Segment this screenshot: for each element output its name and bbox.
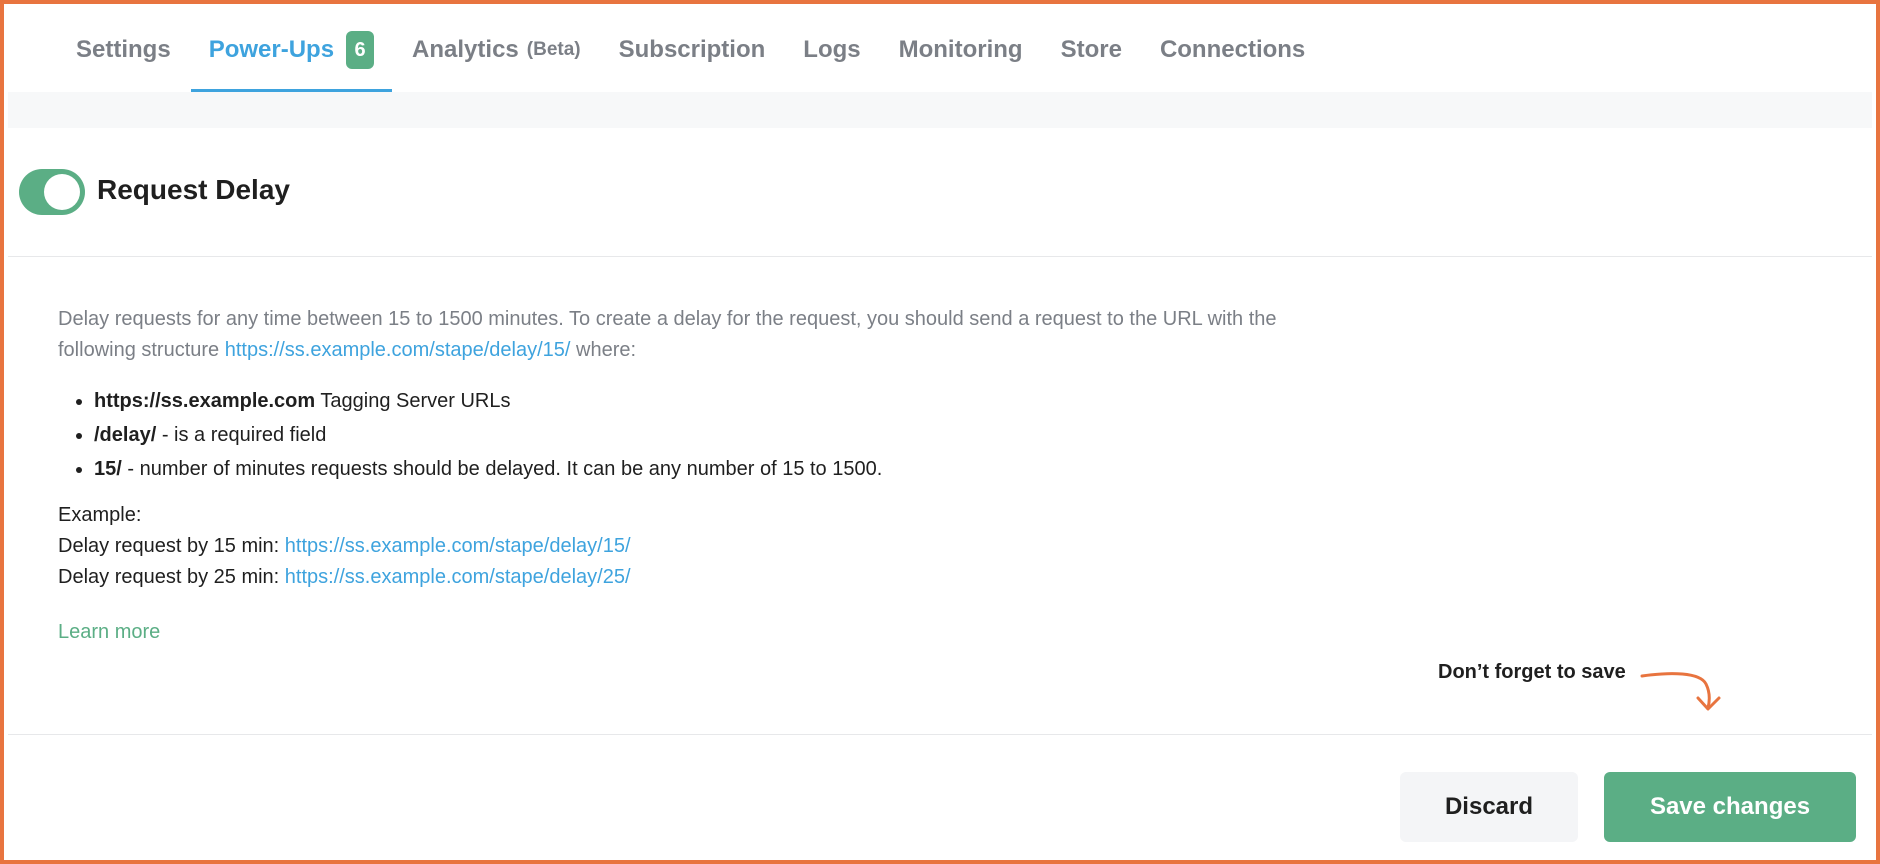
list-item-text: Tagging Server URLs bbox=[315, 390, 511, 412]
tab-subscription[interactable]: Subscription bbox=[601, 8, 784, 92]
power-ups-count-badge: 6 bbox=[346, 31, 375, 69]
tab-label: Settings bbox=[76, 36, 171, 63]
example-heading: Example: bbox=[58, 504, 142, 526]
description-text-end: where: bbox=[570, 339, 637, 361]
section-spacer bbox=[8, 92, 1872, 128]
example-25-link[interactable]: https://ss.example.com/stape/delay/25/ bbox=[285, 566, 631, 588]
url-parts-list: https://ss.example.com Tagging Server UR… bbox=[58, 384, 1338, 486]
list-item-text: - number of minutes requests should be d… bbox=[121, 458, 883, 480]
tab-power-ups[interactable]: Power-Ups 6 bbox=[190, 8, 393, 92]
tab-connections[interactable]: Connections bbox=[1142, 8, 1323, 92]
tab-logs[interactable]: Logs bbox=[785, 8, 878, 92]
example-line: Delay request by 15 min: https://ss.exam… bbox=[58, 531, 1338, 562]
tab-label: Logs bbox=[803, 36, 861, 63]
learn-more-link[interactable]: Learn more bbox=[58, 617, 160, 648]
section-header: Request Delay bbox=[8, 128, 1872, 257]
page-frame: Settings Power-Ups 6 Analytics (Beta) Su… bbox=[0, 0, 1880, 864]
example-line: Delay request by 25 min: https://ss.exam… bbox=[58, 562, 1338, 593]
list-item-term: https://ss.example.com bbox=[94, 390, 316, 412]
list-item: https://ss.example.com Tagging Server UR… bbox=[94, 384, 1338, 418]
list-item-term: 15/ bbox=[94, 458, 122, 480]
discard-button[interactable]: Discard bbox=[1400, 772, 1578, 842]
section-title: Request Delay bbox=[97, 174, 290, 205]
footer-divider bbox=[8, 734, 1872, 735]
tab-label: Subscription bbox=[618, 36, 766, 63]
tab-label: Power-Ups bbox=[208, 36, 335, 63]
tab-label: Monitoring bbox=[898, 36, 1023, 63]
tab-label: Analytics bbox=[412, 36, 519, 63]
tab-store[interactable]: Store bbox=[1043, 8, 1140, 92]
tab-bar: Settings Power-Ups 6 Analytics (Beta) Su… bbox=[8, 8, 1872, 92]
example-block: Example: Delay request by 15 min: https:… bbox=[58, 500, 1338, 593]
tab-label: Store bbox=[1060, 36, 1122, 63]
list-item-text: - is a required field bbox=[156, 424, 327, 446]
list-item: /delay/ - is a required field bbox=[94, 418, 1338, 452]
section-content: Delay requests for any time between 15 t… bbox=[58, 304, 1338, 648]
tab-monitoring[interactable]: Monitoring bbox=[881, 8, 1041, 92]
toggle-knob bbox=[44, 174, 80, 210]
example-label: Delay request by 15 min: bbox=[58, 535, 285, 557]
beta-label: (Beta) bbox=[526, 39, 581, 60]
save-changes-button[interactable]: Save changes bbox=[1604, 772, 1856, 842]
save-reminder: Don’t forget to save bbox=[1438, 661, 1626, 683]
tab-settings[interactable]: Settings bbox=[58, 8, 189, 92]
tab-analytics[interactable]: Analytics (Beta) bbox=[394, 8, 599, 92]
example-15-link[interactable]: https://ss.example.com/stape/delay/15/ bbox=[285, 535, 631, 557]
curved-arrow-icon bbox=[1640, 672, 1721, 711]
request-delay-toggle[interactable] bbox=[19, 169, 85, 215]
example-label: Delay request by 25 min: bbox=[58, 566, 285, 588]
description: Delay requests for any time between 15 t… bbox=[58, 304, 1338, 366]
structure-url-link[interactable]: https://ss.example.com/stape/delay/15/ bbox=[225, 339, 571, 361]
tab-label: Connections bbox=[1159, 36, 1306, 63]
list-item: 15/ - number of minutes requests should … bbox=[94, 452, 1338, 486]
list-item-term: /delay/ bbox=[94, 424, 157, 446]
